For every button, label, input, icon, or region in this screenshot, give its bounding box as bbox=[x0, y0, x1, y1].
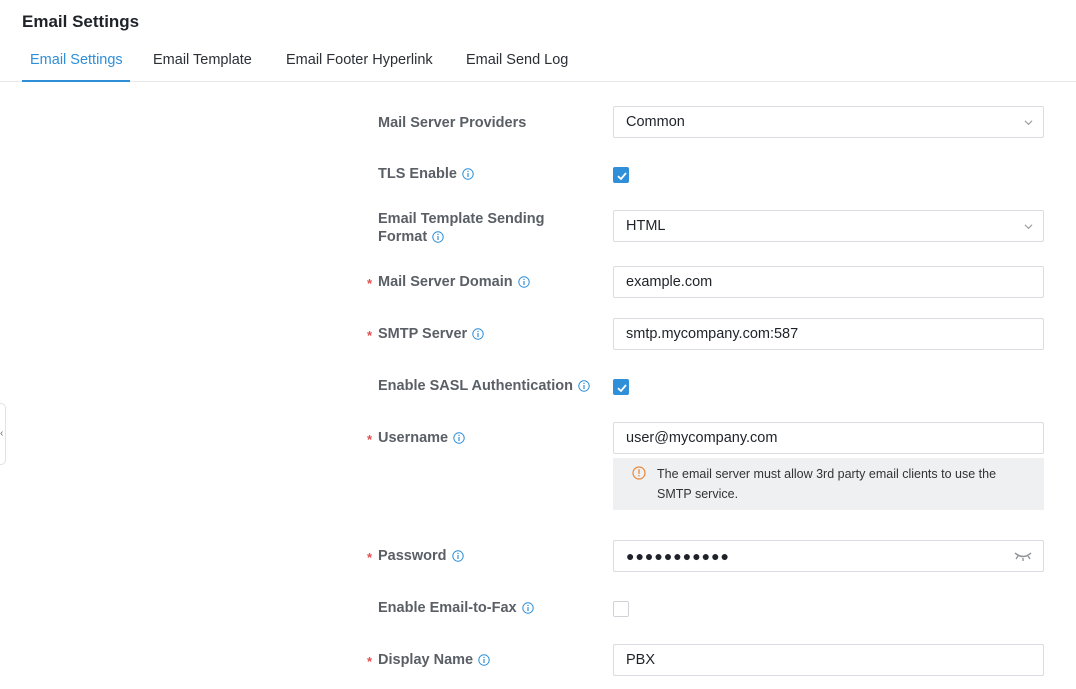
info-icon[interactable] bbox=[478, 654, 490, 666]
tab-email-settings[interactable]: Email Settings bbox=[22, 52, 130, 82]
chevron-down-icon bbox=[1024, 224, 1033, 230]
label-enable-sasl: Enable SASL Authentication bbox=[378, 377, 590, 395]
info-icon[interactable] bbox=[451, 550, 464, 562]
label-tls-enable: TLS Enable bbox=[378, 165, 474, 183]
email-to-fax-checkbox[interactable] bbox=[613, 601, 629, 617]
page-title: Email Settings bbox=[22, 12, 140, 31]
eye-closed-icon[interactable] bbox=[1013, 550, 1033, 562]
mail-server-providers-select[interactable]: Common bbox=[613, 106, 1044, 138]
side-collapse-handle[interactable]: ‹ bbox=[0, 403, 6, 465]
mail-server-domain-input[interactable]: example.com bbox=[613, 266, 1044, 298]
template-format-select[interactable]: HTML bbox=[613, 210, 1044, 242]
smtp-server-input[interactable]: smtp.mycompany.com:587 bbox=[613, 318, 1044, 350]
info-icon[interactable] bbox=[521, 602, 534, 614]
tls-enable-checkbox[interactable] bbox=[613, 167, 629, 183]
checkmark-icon bbox=[617, 384, 627, 393]
info-icon[interactable] bbox=[578, 380, 590, 392]
label-username: Username bbox=[378, 429, 465, 447]
info-icon[interactable] bbox=[432, 231, 444, 243]
tab-email-template[interactable]: Email Template bbox=[153, 52, 252, 81]
enable-sasl-checkbox[interactable] bbox=[613, 379, 629, 395]
label-mail-server-providers: Mail Server Providers bbox=[378, 115, 527, 131]
label-password: Password bbox=[378, 547, 464, 565]
required-marker: * bbox=[367, 550, 373, 565]
checkmark-icon bbox=[617, 172, 627, 181]
password-value: ●●●●●●●●●●● bbox=[626, 548, 731, 564]
username-input[interactable]: user@mycompany.com bbox=[613, 422, 1044, 454]
password-input[interactable]: ●●●●●●●●●●● bbox=[613, 540, 1044, 572]
display-name-input[interactable]: PBX bbox=[613, 644, 1044, 676]
label-display-name: Display Name bbox=[378, 651, 490, 669]
info-icon[interactable] bbox=[453, 432, 465, 444]
info-icon[interactable] bbox=[462, 168, 474, 180]
chevron-left-icon: ‹ bbox=[0, 428, 4, 439]
required-marker: * bbox=[367, 328, 373, 343]
label-email-to-fax: Enable Email-to-Fax bbox=[378, 599, 534, 617]
label-smtp-server: SMTP Server bbox=[378, 325, 484, 343]
info-icon[interactable] bbox=[517, 276, 530, 288]
tab-email-footer-hyperlink[interactable]: Email Footer Hyperlink bbox=[286, 52, 433, 81]
required-marker: * bbox=[367, 432, 373, 447]
required-marker: * bbox=[367, 276, 373, 291]
label-mail-server-domain: Mail Server Domain bbox=[378, 273, 530, 291]
tab-email-send-log[interactable]: Email Send Log bbox=[466, 52, 568, 81]
required-marker: * bbox=[367, 654, 373, 669]
info-icon[interactable] bbox=[472, 328, 484, 340]
tab-bar: Email Settings Email Template Email Foot… bbox=[0, 44, 1076, 82]
label-template-format: Email Template Sending Format bbox=[378, 211, 545, 245]
username-notice: The email server must allow 3rd party em… bbox=[613, 458, 1044, 510]
warning-icon bbox=[632, 466, 646, 480]
chevron-down-icon bbox=[1024, 120, 1033, 126]
